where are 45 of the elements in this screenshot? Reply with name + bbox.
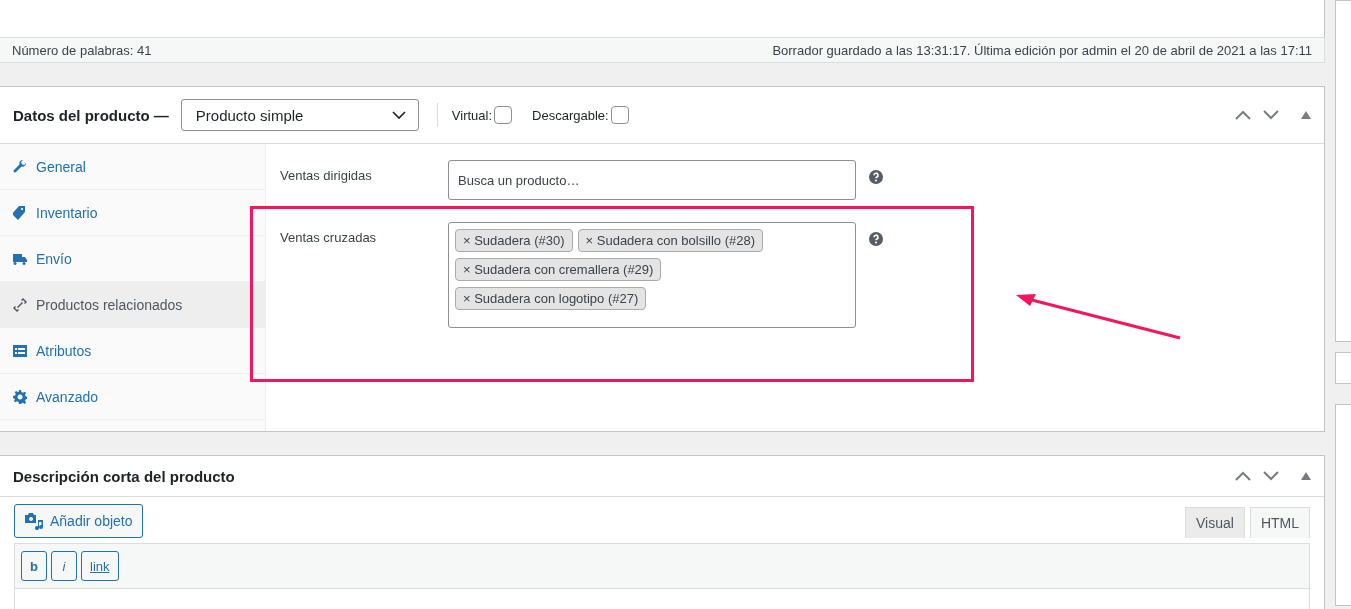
product-search-field[interactable]: Busca un producto… (448, 160, 856, 200)
media-icon (24, 512, 44, 530)
help-icon (869, 170, 883, 184)
move-up-icon[interactable] (1235, 110, 1251, 120)
panel-title: Datos del producto — (13, 106, 169, 124)
panel-title: Descripción corta del producto (13, 467, 235, 485)
product-type-select[interactable]: Producto simple (180, 99, 419, 131)
product-data-tab[interactable]: Inventario (0, 190, 265, 236)
word-count: Número de palabras: 41 (12, 42, 152, 58)
quicktag-button[interactable]: link (81, 551, 119, 581)
product-tag[interactable]: × Sudadera con cremallera (#29) (455, 258, 662, 281)
quicktag-button[interactable]: i (51, 551, 77, 581)
gear-icon (13, 389, 27, 404)
tag-icon (13, 205, 27, 220)
product-tag[interactable]: × Sudadera (#30) (455, 229, 573, 252)
product-data-tab[interactable]: General (0, 144, 265, 190)
quicktag-button[interactable]: b (21, 551, 47, 581)
checkbox[interactable] (494, 106, 513, 124)
collapse-icon[interactable] (1301, 472, 1311, 480)
collapse-icon[interactable] (1301, 111, 1311, 119)
product-tag[interactable]: × Sudadera con bolsillo (#28) (577, 229, 764, 252)
wrench-icon (13, 159, 27, 174)
editor-tab[interactable]: HTML (1249, 507, 1310, 538)
product-data-tab[interactable]: Atributos (0, 328, 265, 374)
product-data-tab[interactable]: Productos relacionados (0, 282, 265, 328)
truck-icon (13, 251, 27, 266)
field-label: Ventas cruzadas (280, 229, 378, 245)
chevron-down-icon (391, 110, 406, 120)
editor-tab[interactable]: Visual (1185, 507, 1245, 538)
field-label: Ventas dirigidas (280, 167, 373, 183)
list-icon (13, 343, 27, 358)
move-down-icon[interactable] (1263, 471, 1279, 481)
option-label: Virtual: (451, 107, 493, 123)
option-label: Descargable: (532, 107, 609, 123)
checkbox[interactable] (610, 106, 629, 124)
move-up-icon[interactable] (1235, 471, 1251, 481)
draft-info: Borrador guardado a las 13:31:17. Última edición por admin el 20 de abril de 2021 a las 17:11 (772, 42, 1312, 58)
add-media-button[interactable]: Añadir objeto (14, 504, 143, 538)
move-down-icon[interactable] (1263, 110, 1279, 120)
link-icon (13, 297, 27, 312)
side-panel (1335, 352, 1351, 384)
help-icon (869, 232, 883, 246)
product-tag[interactable]: × Sudadera con logotipo (#27) (455, 287, 647, 310)
product-data-tab[interactable]: Avanzado (0, 374, 265, 420)
product-multiselect-field[interactable]: × Sudadera (#30) × Sudadera con bolsillo (#28) × Sudadera con cremallera (#29) × Sudadera con logotipo (#27) (448, 222, 856, 328)
